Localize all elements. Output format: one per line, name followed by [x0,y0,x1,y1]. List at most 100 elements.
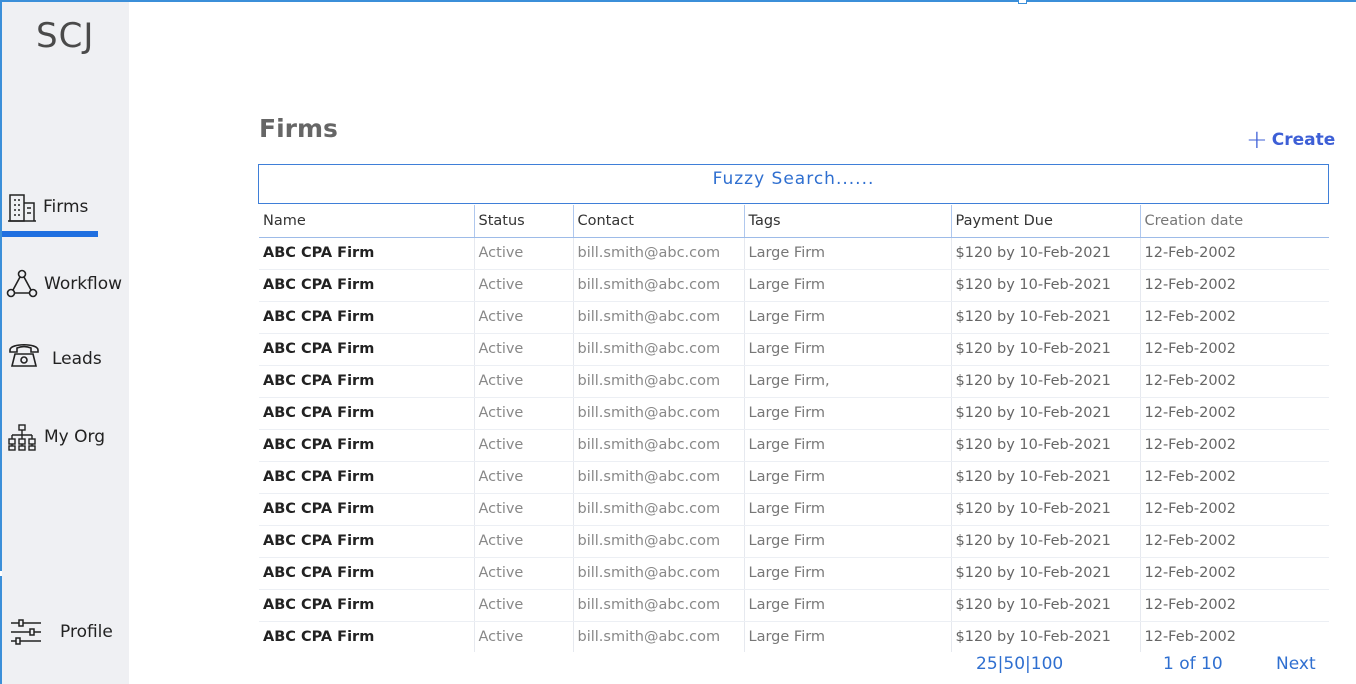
create-button[interactable]: + Create [1246,125,1336,155]
contact-cell[interactable]: bill.smith@abc.com [572,429,744,462]
contact-cell[interactable]: bill.smith@abc.com [572,557,744,590]
contact-cell[interactable]: bill.smith@abc.com [572,525,744,558]
sidebar-item-label: My Org [44,427,105,447]
sidebar-item-profile[interactable]: Profile [10,618,113,646]
sidebar-item-my-org[interactable]: My Org [8,423,105,451]
creation-date-cell: 12-Feb-2002 [1139,397,1329,430]
status-cell: Active [473,333,573,366]
creation-date-cell: 12-Feb-2002 [1139,301,1329,334]
phone-icon [8,340,40,368]
contact-cell[interactable]: bill.smith@abc.com [572,333,744,366]
status-cell: Active [473,589,573,622]
table-row[interactable]: ABC CPA Firm Active bill.smith@abc.com Larg… [259,525,1329,558]
payment-due-cell: $120 by 10-Feb-2021 [950,493,1140,526]
creation-date-cell: 12-Feb-2002 [1139,333,1329,366]
payment-due-cell: $120 by 10-Feb-2021 [950,621,1140,652]
firms-table: Name Status Contact Tags Payment Due Cre… [259,205,1329,652]
creation-date-cell: 12-Feb-2002 [1139,429,1329,462]
firm-name-cell: ABC CPA Firm [259,269,474,302]
active-nav-indicator [2,231,98,237]
column-header-status[interactable]: Status [473,205,573,238]
status-cell: Active [473,461,573,494]
sidebar-item-firms[interactable]: Firms [6,192,88,222]
table-row[interactable]: ABC CPA Firm Active bill.smith@abc.com Larg… [259,237,1329,270]
contact-cell[interactable]: bill.smith@abc.com [572,461,744,494]
payment-due-cell: $120 by 10-Feb-2021 [950,461,1140,494]
status-cell: Active [473,237,573,270]
contact-cell[interactable]: bill.smith@abc.com [572,493,744,526]
selection-frame-top [0,0,1356,2]
firm-name-cell: ABC CPA Firm [259,397,474,430]
creation-date-cell: 12-Feb-2002 [1139,269,1329,302]
tags-cell: Large Firm [743,461,951,494]
column-header-creation-date[interactable]: Creation date [1139,205,1329,238]
table-row[interactable]: ABC CPA Firm Active bill.smith@abc.com Larg… [259,333,1329,366]
payment-due-cell: $120 by 10-Feb-2021 [950,397,1140,430]
table-row[interactable]: ABC CPA Firm Active bill.smith@abc.com Larg… [259,493,1329,526]
contact-cell[interactable]: bill.smith@abc.com [572,237,744,270]
search-box[interactable] [258,164,1329,204]
sidebar-item-workflow[interactable]: Workflow [6,269,122,299]
page-size-option[interactable]: 50 [1003,654,1025,674]
org-chart-icon [8,423,36,451]
status-cell: Active [473,429,573,462]
column-header-contact[interactable]: Contact [572,205,744,238]
table-body: ABC CPA Firm Active bill.smith@abc.com Larg… [259,237,1329,652]
table-row[interactable]: ABC CPA Firm Active bill.smith@abc.com Larg… [259,301,1329,334]
contact-cell[interactable]: bill.smith@abc.com [572,301,744,334]
firm-name-cell: ABC CPA Firm [259,333,474,366]
firm-name-cell: ABC CPA Firm [259,461,474,494]
column-header-tags[interactable]: Tags [743,205,951,238]
table-row[interactable]: ABC CPA Firm Active bill.smith@abc.com Larg… [259,589,1329,622]
contact-cell[interactable]: bill.smith@abc.com [572,621,744,652]
status-cell: Active [473,493,573,526]
payment-due-cell: $120 by 10-Feb-2021 [950,557,1140,590]
resize-handle[interactable] [1018,0,1027,4]
creation-date-cell: 12-Feb-2002 [1139,525,1329,558]
table-row[interactable]: ABC CPA Firm Active bill.smith@abc.com Larg… [259,621,1329,652]
page-size-selector: 25|50|100 [976,654,1064,674]
plus-icon: + [1246,125,1268,155]
creation-date-cell: 12-Feb-2002 [1139,621,1329,652]
column-header-payment-due[interactable]: Payment Due [950,205,1140,238]
sidebar-item-leads[interactable]: Leads [8,339,102,369]
table-row[interactable]: ABC CPA Firm Active bill.smith@abc.com Larg… [259,365,1329,398]
table-row[interactable]: ABC CPA Firm Active bill.smith@abc.com Larg… [259,269,1329,302]
creation-date-cell: 12-Feb-2002 [1139,237,1329,270]
table-row[interactable]: ABC CPA Firm Active bill.smith@abc.com Larg… [259,557,1329,590]
tags-cell: Large Firm [743,237,951,270]
page-size-option[interactable]: 25 [976,654,998,674]
search-input[interactable] [259,167,1328,191]
next-page-button[interactable]: Next [1276,654,1316,674]
contact-cell[interactable]: bill.smith@abc.com [572,589,744,622]
table-row[interactable]: ABC CPA Firm Active bill.smith@abc.com Larg… [259,461,1329,494]
column-header-name[interactable]: Name [259,205,474,238]
creation-date-cell: 12-Feb-2002 [1139,493,1329,526]
sidebar-item-label: Firms [43,197,89,217]
status-cell: Active [473,525,573,558]
table-row[interactable]: ABC CPA Firm Active bill.smith@abc.com Larg… [259,397,1329,430]
tags-cell: Large Firm [743,557,951,590]
tags-cell: Large Firm [743,301,951,334]
status-cell: Active [473,621,573,652]
firm-name-cell: ABC CPA Firm [259,429,474,462]
page-size-option[interactable]: 100 [1031,654,1063,674]
creation-date-cell: 12-Feb-2002 [1139,461,1329,494]
status-cell: Active [473,269,573,302]
status-cell: Active [473,397,573,430]
contact-cell[interactable]: bill.smith@abc.com [572,365,744,398]
payment-due-cell: $120 by 10-Feb-2021 [950,237,1140,270]
creation-date-cell: 12-Feb-2002 [1139,365,1329,398]
tags-cell: Large Firm [743,589,951,622]
payment-due-cell: $120 by 10-Feb-2021 [950,301,1140,334]
contact-cell[interactable]: bill.smith@abc.com [572,269,744,302]
firm-name-cell: ABC CPA Firm [259,301,474,334]
contact-cell[interactable]: bill.smith@abc.com [572,397,744,430]
sidebar-item-label: Profile [60,622,113,642]
payment-due-cell: $120 by 10-Feb-2021 [950,429,1140,462]
payment-due-cell: $120 by 10-Feb-2021 [950,269,1140,302]
tags-cell: Large Firm, [743,365,951,398]
create-button-label: Create [1271,130,1336,150]
table-row[interactable]: ABC CPA Firm Active bill.smith@abc.com Larg… [259,429,1329,462]
payment-due-cell: $120 by 10-Feb-2021 [950,525,1140,558]
